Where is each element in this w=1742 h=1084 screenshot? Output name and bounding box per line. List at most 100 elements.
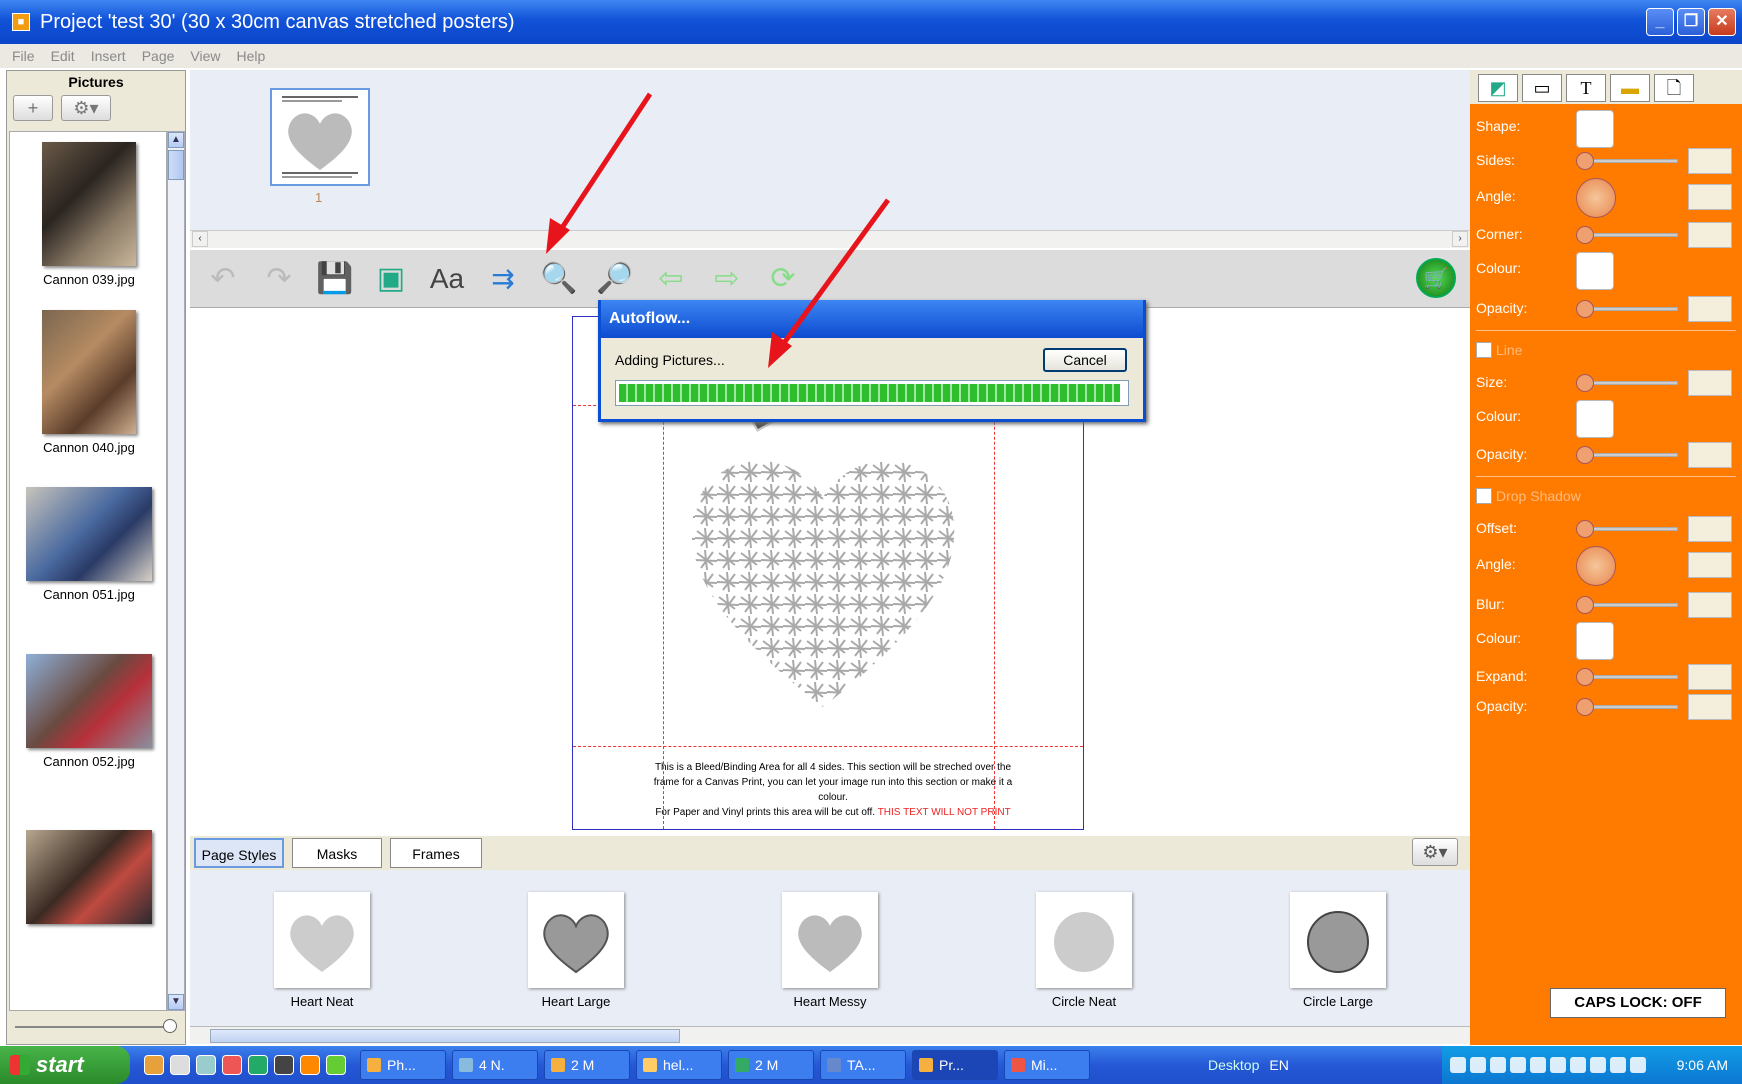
shadow-colour-swatch[interactable] bbox=[1576, 622, 1614, 660]
refresh-button[interactable]: ⟳ bbox=[762, 258, 804, 300]
next-page-button[interactable]: ⇨ bbox=[706, 258, 748, 300]
quick-launch-icon[interactable] bbox=[248, 1055, 268, 1075]
add-picture-box-button[interactable]: ▣ bbox=[370, 258, 412, 300]
cancel-button[interactable]: Cancel bbox=[1043, 348, 1127, 372]
line-toggle[interactable]: Line bbox=[1476, 342, 1522, 358]
task-button[interactable]: TA... bbox=[820, 1050, 906, 1080]
task-button[interactable]: 4 N. bbox=[452, 1050, 538, 1080]
corner-input[interactable] bbox=[1688, 222, 1732, 248]
page-thumbnail[interactable] bbox=[270, 88, 370, 186]
quick-launch-icon[interactable] bbox=[170, 1055, 190, 1075]
tab-ruler-properties[interactable]: ▬ bbox=[1610, 74, 1650, 102]
tab-page-properties[interactable]: 🗋 bbox=[1654, 74, 1694, 102]
add-picture-button[interactable]: + bbox=[13, 95, 53, 121]
scroll-thumb[interactable] bbox=[168, 150, 184, 180]
page-strip-scrollbar[interactable]: ‹ › bbox=[190, 230, 1470, 248]
offset-input[interactable] bbox=[1688, 516, 1732, 542]
corner-slider-knob[interactable] bbox=[1576, 226, 1594, 244]
task-button[interactable]: 2 M bbox=[728, 1050, 814, 1080]
gear-menu-button[interactable]: ⚙▾ bbox=[61, 95, 111, 121]
tray-icon[interactable] bbox=[1530, 1057, 1546, 1073]
save-button[interactable]: 💾 bbox=[314, 258, 356, 300]
scroll-right-button[interactable]: › bbox=[1452, 231, 1468, 247]
tab-masks[interactable]: Masks bbox=[292, 838, 382, 868]
quick-launch-icon[interactable] bbox=[326, 1055, 346, 1075]
tab-text-properties[interactable]: T bbox=[1566, 74, 1606, 102]
quick-launch-icon[interactable] bbox=[300, 1055, 320, 1075]
line-size-input[interactable] bbox=[1688, 370, 1732, 396]
quick-launch-icon[interactable] bbox=[144, 1055, 164, 1075]
menu-file[interactable]: File bbox=[12, 48, 35, 64]
picture-list-scrollbar[interactable]: ▲ ▼ bbox=[167, 131, 185, 1011]
line-opacity-knob[interactable] bbox=[1576, 446, 1594, 464]
line-size-knob[interactable] bbox=[1576, 374, 1594, 392]
picture-item[interactable]: Cannon 051.jpg bbox=[10, 487, 166, 602]
blur-input[interactable] bbox=[1688, 592, 1732, 618]
quick-launch-icon[interactable] bbox=[196, 1055, 216, 1075]
restore-button[interactable]: ❐ bbox=[1677, 8, 1705, 36]
tab-frames[interactable]: Frames bbox=[390, 838, 482, 868]
shadow-opacity-knob[interactable] bbox=[1576, 698, 1594, 716]
add-text-button[interactable]: Aa bbox=[426, 258, 468, 300]
tray-icon[interactable] bbox=[1450, 1057, 1466, 1073]
task-button[interactable]: Ph... bbox=[360, 1050, 446, 1080]
style-heart-neat[interactable]: Heart Neat bbox=[272, 892, 372, 1009]
tab-page-styles[interactable]: Page Styles bbox=[194, 838, 284, 868]
drop-shadow-toggle[interactable]: Drop Shadow bbox=[1476, 488, 1581, 504]
expand-input[interactable] bbox=[1688, 664, 1732, 690]
shopping-cart-button[interactable]: 🛒 bbox=[1416, 258, 1456, 298]
style-heart-large[interactable]: Heart Large bbox=[526, 892, 626, 1009]
style-circle-large[interactable]: Circle Large bbox=[1288, 892, 1388, 1009]
zoom-out-button[interactable]: 🔍 bbox=[538, 258, 580, 300]
shadow-angle-dial[interactable] bbox=[1576, 546, 1616, 586]
line-opacity-input[interactable] bbox=[1688, 442, 1732, 468]
desktop-toolbar[interactable]: Desktop bbox=[1208, 1057, 1259, 1073]
start-button[interactable]: start bbox=[0, 1046, 130, 1084]
shadow-opacity-input[interactable] bbox=[1688, 694, 1732, 720]
tray-icon[interactable] bbox=[1610, 1057, 1626, 1073]
picture-item[interactable]: Cannon 039.jpg bbox=[10, 142, 166, 287]
redo-button[interactable]: ↷ bbox=[258, 258, 300, 300]
undo-button[interactable]: ↶ bbox=[202, 258, 244, 300]
scroll-down-button[interactable]: ▼ bbox=[168, 994, 184, 1010]
shape-picker[interactable] bbox=[1576, 110, 1614, 148]
tray-icon[interactable] bbox=[1570, 1057, 1586, 1073]
task-button[interactable]: 2 M bbox=[544, 1050, 630, 1080]
angle-dial[interactable] bbox=[1576, 178, 1616, 218]
picture-item[interactable]: Cannon 052.jpg bbox=[10, 654, 166, 769]
zoom-in-button[interactable]: 🔎 bbox=[594, 258, 636, 300]
task-button[interactable]: Mi... bbox=[1004, 1050, 1090, 1080]
sides-input[interactable] bbox=[1688, 148, 1732, 174]
tab-frame-properties[interactable]: ▭ bbox=[1522, 74, 1562, 102]
menu-view[interactable]: View bbox=[190, 48, 220, 64]
styles-scrollbar[interactable] bbox=[190, 1026, 1470, 1044]
style-circle-neat[interactable]: Circle Neat bbox=[1034, 892, 1134, 1009]
line-checkbox[interactable] bbox=[1476, 342, 1492, 358]
previous-page-button[interactable]: ⇦ bbox=[650, 258, 692, 300]
scroll-up-button[interactable]: ▲ bbox=[168, 132, 184, 148]
opacity-input[interactable] bbox=[1688, 296, 1732, 322]
tray-icon[interactable] bbox=[1470, 1057, 1486, 1073]
close-button[interactable]: ✕ bbox=[1708, 8, 1736, 36]
angle-input[interactable] bbox=[1688, 184, 1732, 210]
autoflow-button[interactable]: ⇉ bbox=[482, 258, 524, 300]
offset-knob[interactable] bbox=[1576, 520, 1594, 538]
quick-launch-icon[interactable] bbox=[274, 1055, 294, 1075]
styles-scroll-thumb[interactable] bbox=[210, 1029, 680, 1043]
thumbnail-size-slider[interactable] bbox=[15, 1026, 175, 1028]
tray-icon[interactable] bbox=[1550, 1057, 1566, 1073]
picture-item[interactable]: Cannon 040.jpg bbox=[10, 310, 166, 455]
task-button[interactable]: hel... bbox=[636, 1050, 722, 1080]
sides-slider-knob[interactable] bbox=[1576, 152, 1594, 170]
style-heart-messy[interactable]: Heart Messy bbox=[780, 892, 880, 1009]
minimize-button[interactable]: _ bbox=[1646, 8, 1674, 36]
expand-knob[interactable] bbox=[1576, 668, 1594, 686]
tab-shape-properties[interactable]: ◩ bbox=[1478, 74, 1518, 102]
menu-edit[interactable]: Edit bbox=[51, 48, 75, 64]
tray-icon[interactable] bbox=[1510, 1057, 1526, 1073]
blur-knob[interactable] bbox=[1576, 596, 1594, 614]
task-button[interactable]: Pr... bbox=[912, 1050, 998, 1080]
tray-icon[interactable] bbox=[1490, 1057, 1506, 1073]
menu-help[interactable]: Help bbox=[237, 48, 266, 64]
opacity-slider-knob[interactable] bbox=[1576, 300, 1594, 318]
